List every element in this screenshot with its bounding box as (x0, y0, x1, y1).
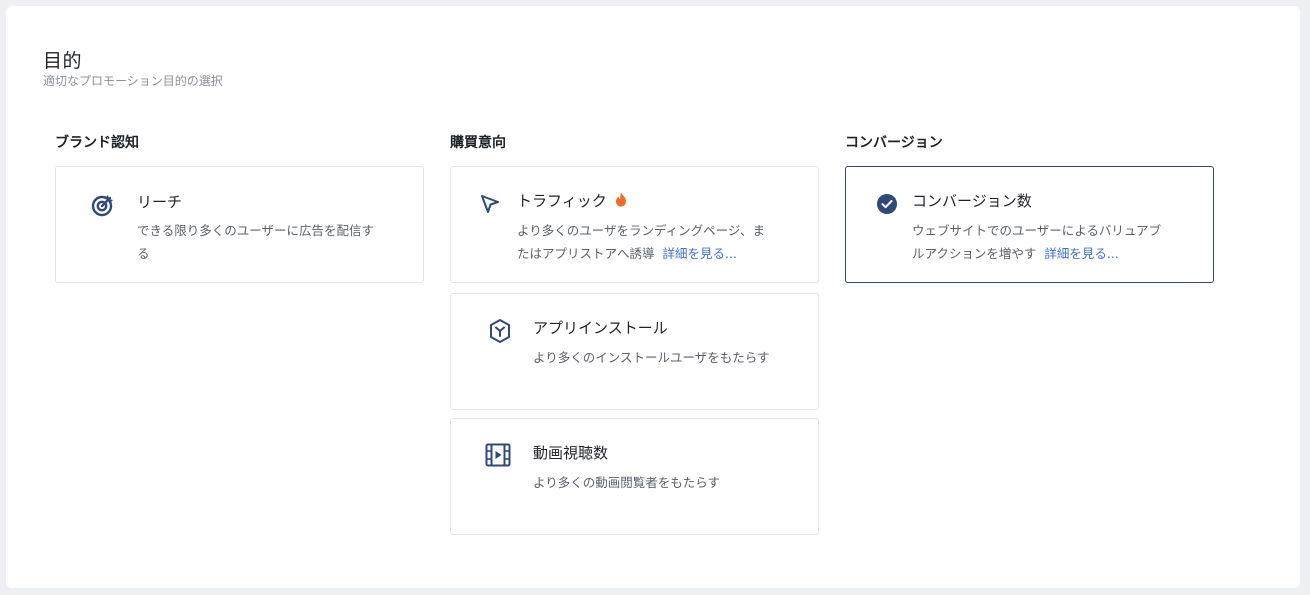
target-icon (89, 191, 117, 219)
details-link[interactable]: 詳細を見る... (1044, 246, 1118, 261)
column-title-purchase-intent: 購買意向 (450, 135, 506, 151)
objective-description: より多くのインストールユーザをもたらす (533, 350, 770, 365)
app-box-icon (486, 317, 514, 345)
objective-card-conversions[interactable]: コンバージョン数 ウェブサイトでのユーザーによるバリュアブ ルアクションを増やす… (845, 166, 1214, 283)
check-circle-icon (873, 190, 901, 218)
page-title: 目的 (43, 50, 83, 72)
objective-description: より多くのユーザをランディングページ、ま たはアプリストアへ誘導 詳細を見る..… (517, 223, 766, 261)
objective-name: トラフィック (517, 190, 627, 211)
objective-card-app-install[interactable]: アプリインストール より多くのインストールユーザをもたらす (450, 293, 819, 410)
objective-description: より多くの動画閲覧者をもたらす (533, 475, 721, 490)
objective-name: コンバージョン数 (912, 192, 1032, 210)
objective-panel: 目的 適切なプロモーション目的の選択 ブランド認知 リーチ できる限り多くのユー… (6, 6, 1300, 588)
column-title-conversion: コンバージョン (845, 135, 943, 151)
video-film-icon (484, 441, 512, 469)
cursor-arrow-icon (476, 190, 504, 218)
objective-name: 動画視聴数 (533, 444, 609, 462)
objective-name: リーチ (137, 193, 183, 211)
objective-card-reach[interactable]: リーチ できる限り多くのユーザーに広告を配信す る (55, 166, 424, 283)
page-subtitle: 適切なプロモーション目的の選択 (43, 74, 223, 88)
objective-description: できる限り多くのユーザーに広告を配信す る (137, 223, 375, 261)
column-title-brand-awareness: ブランド認知 (55, 135, 139, 151)
details-link[interactable]: 詳細を見る... (662, 246, 736, 261)
objective-card-video-views[interactable]: 動画視聴数 より多くの動画閲覧者をもたらす (450, 418, 819, 535)
objective-description: ウェブサイトでのユーザーによるバリュアブ ルアクションを増やす 詳細を見る... (912, 223, 1162, 261)
objective-card-traffic[interactable]: トラフィック より多くのユーザをランディングページ、ま たはアプリストアへ誘導 … (450, 166, 819, 283)
objective-name: アプリインストール (533, 319, 668, 337)
fire-icon (615, 192, 627, 211)
